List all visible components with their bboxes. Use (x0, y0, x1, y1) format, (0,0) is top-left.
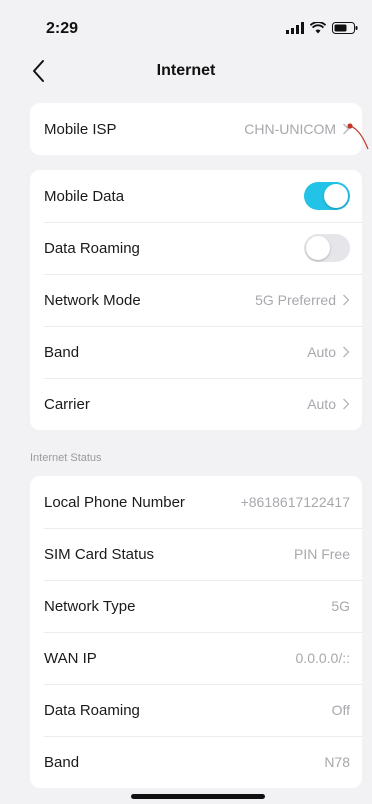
band-label: Band (44, 343, 80, 361)
status-row: SIM Card Status PIN Free (30, 528, 362, 580)
toggle-knob (324, 184, 348, 208)
page-title: Internet (156, 62, 216, 79)
carrier-row[interactable]: Carrier Auto (30, 378, 362, 430)
data-roaming-row: Data Roaming (30, 222, 362, 274)
status-time: 2:29 (46, 20, 79, 37)
toggle-knob (306, 236, 330, 260)
carrier-value: Auto (307, 396, 336, 412)
network-mode-label: Network Mode (44, 291, 141, 309)
mobile-settings-card: Mobile Data Data Roaming Network Mode 5G… (30, 170, 362, 430)
status-row-value: Off (331, 702, 350, 718)
band-value: Auto (307, 344, 336, 360)
chevron-right-icon (343, 294, 350, 306)
status-row-value: 5G (331, 598, 350, 614)
status-row-label: WAN IP (44, 649, 97, 667)
status-row-label: SIM Card Status (44, 545, 155, 563)
status-bar: 2:29 (0, 0, 372, 50)
mobile-isp-value: CHN-UNICOM (244, 121, 336, 137)
status-row-value: +8618617122417 (240, 494, 350, 510)
status-row: Band N78 (30, 736, 362, 788)
mobile-data-row: Mobile Data (30, 170, 362, 222)
status-row-label: Data Roaming (44, 701, 140, 719)
chevron-right-icon (343, 346, 350, 358)
status-row-value: PIN Free (293, 546, 350, 562)
carrier-label: Carrier (44, 395, 90, 413)
status-row: Local Phone Number +8618617122417 (30, 476, 362, 528)
data-roaming-toggle[interactable] (304, 234, 350, 262)
data-roaming-label: Data Roaming (44, 239, 140, 257)
status-row-value: N78 (324, 754, 350, 770)
wifi-icon (310, 22, 326, 34)
band-row[interactable]: Band Auto (30, 326, 362, 378)
status-row: Network Type 5G (30, 580, 362, 632)
status-row-value: 0.0.0.0/:: (295, 650, 350, 666)
system-icons (286, 22, 358, 34)
mobile-data-label: Mobile Data (44, 187, 125, 205)
mobile-isp-label: Mobile ISP (44, 120, 117, 138)
annotation-arrow-icon (347, 123, 369, 150)
internet-status-card: Local Phone Number +8618617122417 SIM Ca… (30, 476, 362, 788)
isp-card: Mobile ISP CHN-UNICOM (30, 103, 362, 155)
status-row: WAN IP 0.0.0.0/:: (30, 632, 362, 684)
mobile-isp-row[interactable]: Mobile ISP CHN-UNICOM (30, 103, 362, 155)
network-mode-row[interactable]: Network Mode 5G Preferred (30, 274, 362, 326)
home-indicator[interactable] (131, 794, 265, 799)
mobile-data-toggle[interactable] (304, 182, 350, 210)
network-mode-value: 5G Preferred (255, 292, 336, 308)
cellular-signal-icon (286, 22, 304, 34)
chevron-right-icon (343, 398, 350, 410)
nav-header: Internet (0, 50, 372, 94)
battery-icon (332, 22, 358, 34)
status-row: Data Roaming Off (30, 684, 362, 736)
status-row-label: Network Type (44, 597, 136, 615)
status-row-label: Band (44, 753, 80, 771)
status-row-label: Local Phone Number (44, 493, 185, 511)
internet-status-heading: Internet Status (30, 452, 102, 464)
